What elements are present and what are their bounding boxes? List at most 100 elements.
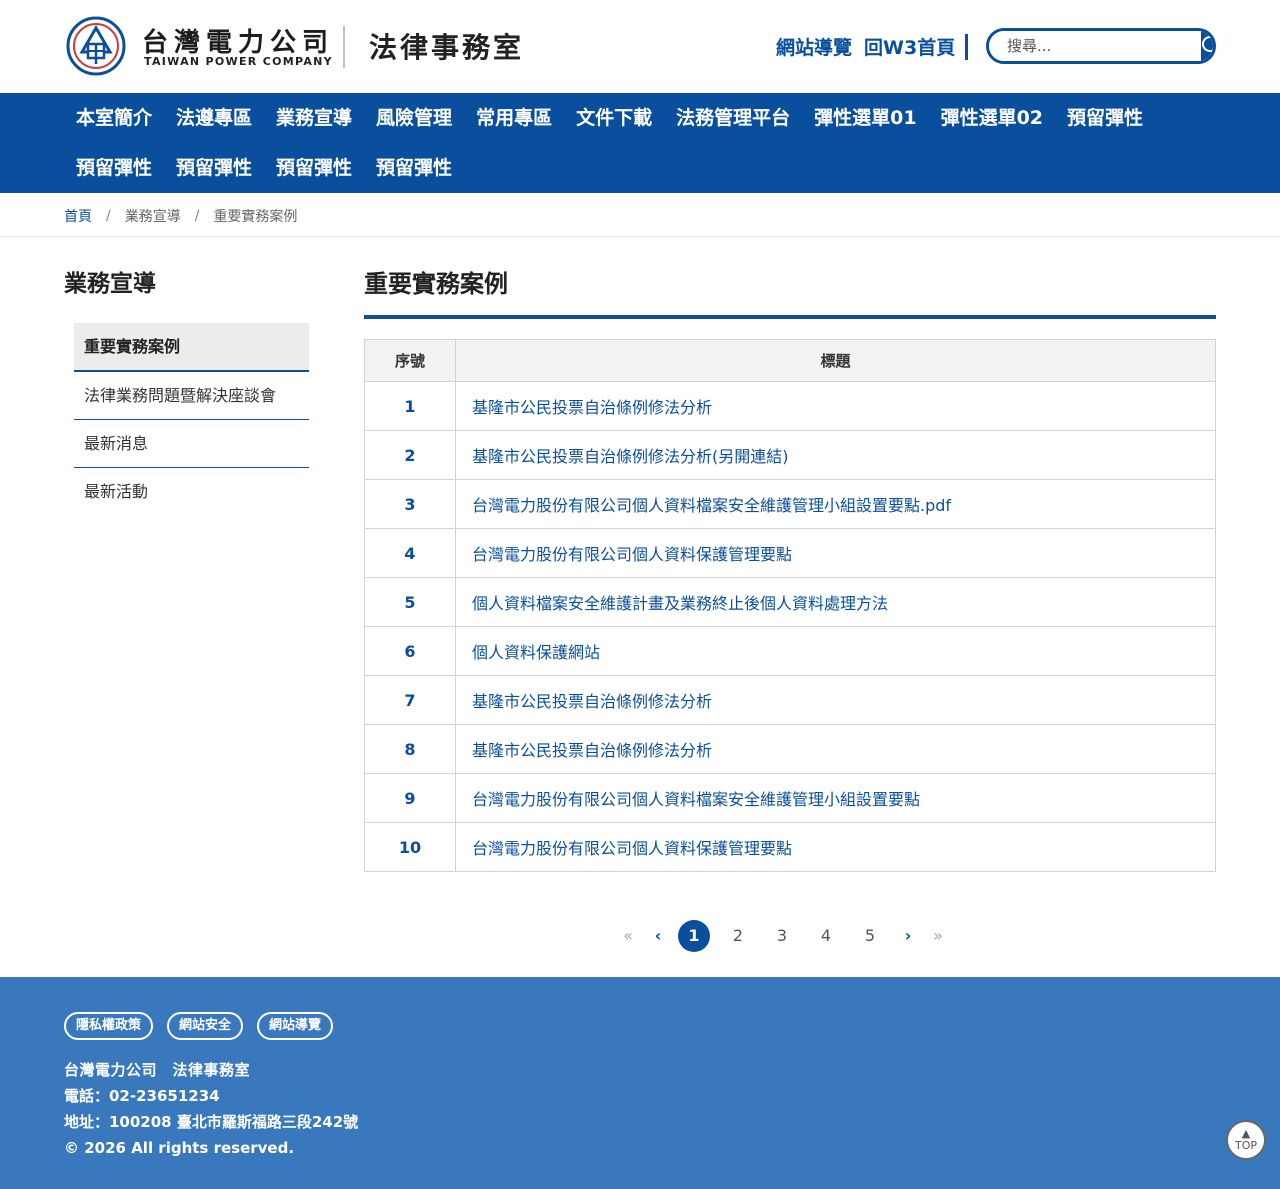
- column-header-number: 序號: [364, 339, 456, 382]
- nav-item-about[interactable]: 本室簡介: [64, 93, 164, 143]
- sidebar-item-legal-forum[interactable]: 法律業務問題暨解決座談會: [74, 372, 309, 420]
- header-divider: [343, 26, 345, 68]
- row-title-link[interactable]: 個人資料檔案安全維護計畫及業務終止後個人資料處理方法: [472, 594, 888, 613]
- sitemap-link[interactable]: 網站導覽: [776, 33, 852, 60]
- row-title-link[interactable]: 台灣電力股份有限公司個人資料檔案安全維護管理小組設置要點: [472, 790, 920, 809]
- footer-copyright: © 2026 All rights reserved.: [64, 1139, 295, 1157]
- row-title-link[interactable]: 台灣電力股份有限公司個人資料保護管理要點: [472, 839, 792, 858]
- next-page-icon[interactable]: ›: [898, 920, 918, 952]
- sidebar-title: 業務宣導: [64, 271, 156, 297]
- table-row: 10 台灣電力股份有限公司個人資料保護管理要點: [364, 822, 1216, 872]
- nav-item-reserved[interactable]: 預留彈性: [64, 143, 164, 193]
- nav-item-reserved[interactable]: 預留彈性: [364, 143, 464, 193]
- sidebar-menu: 重要實務案例 法律業務問題暨解決座談會 最新消息 最新活動: [74, 323, 309, 515]
- page-link-2[interactable]: 2: [722, 920, 754, 952]
- utility-divider: [965, 33, 969, 60]
- nav-item-risk[interactable]: 風險管理: [364, 93, 464, 143]
- taipower-logo-icon[interactable]: [66, 16, 126, 76]
- row-title-link[interactable]: 個人資料保護網站: [472, 643, 600, 662]
- footer-sitemap-link[interactable]: 網站導覽: [257, 1012, 334, 1040]
- title-underline: [364, 315, 1216, 319]
- row-number: 1: [364, 381, 456, 431]
- page-link-3[interactable]: 3: [766, 920, 798, 952]
- back-to-top-label: TOP: [1234, 1139, 1257, 1152]
- footer-phone: 電話：02-23651234: [64, 1087, 220, 1105]
- row-number: 4: [364, 528, 456, 578]
- nav-item-legal-platform[interactable]: 法務管理平台: [664, 93, 802, 143]
- main-nav: 本室簡介 法遵專區 業務宣導 風險管理 常用專區 文件下載 法務管理平台 彈性選…: [0, 93, 1280, 193]
- table-row: 4 台灣電力股份有限公司個人資料保護管理要點: [364, 528, 1216, 578]
- table-row: 2 基隆市公民投票自治條例修法分析(另開連結): [364, 430, 1216, 480]
- search-box: [986, 28, 1216, 64]
- table-row: 8 基隆市公民投票自治條例修法分析: [364, 724, 1216, 774]
- breadcrumb-section[interactable]: 業務宣導: [125, 206, 181, 226]
- nav-item-downloads[interactable]: 文件下載: [564, 93, 664, 143]
- search-input[interactable]: [989, 31, 1201, 61]
- table-row: 7 基隆市公民投票自治條例修法分析: [364, 675, 1216, 725]
- breadcrumb-current: 重要實務案例: [213, 209, 298, 225]
- breadcrumb-separator: /: [194, 208, 200, 224]
- page-link-1[interactable]: 1: [678, 920, 710, 952]
- company-name-cn: 台灣電力公司: [142, 28, 335, 58]
- table-header-row: 序號 標題: [364, 339, 1216, 382]
- pagination: « ‹ 1 2 3 4 5 › »: [618, 920, 958, 952]
- table-row: 1 基隆市公民投票自治條例修法分析: [364, 381, 1216, 431]
- nav-item-common[interactable]: 常用專區: [464, 93, 564, 143]
- table-row: 6 個人資料保護網站: [364, 626, 1216, 676]
- nav-item-reserved[interactable]: 預留彈性: [164, 143, 264, 193]
- prev-page-icon[interactable]: ‹: [648, 920, 668, 952]
- breadcrumb-separator: /: [106, 208, 111, 224]
- page-link-5[interactable]: 5: [854, 920, 886, 952]
- row-title-link[interactable]: 基隆市公民投票自治條例修法分析: [472, 398, 712, 417]
- w3-home-link[interactable]: 回W3首頁: [864, 33, 955, 60]
- nav-item-compliance[interactable]: 法遵專區: [164, 93, 264, 143]
- row-title-link[interactable]: 基隆市公民投票自治條例修法分析(另開連結): [472, 447, 789, 466]
- privacy-policy-link[interactable]: 隱私權政策: [64, 1012, 154, 1040]
- sidebar-item-latest-news[interactable]: 最新消息: [74, 420, 309, 468]
- row-number: 7: [364, 675, 456, 725]
- department-title: 法律事務室: [369, 31, 525, 64]
- page-link-4[interactable]: 4: [810, 920, 842, 952]
- row-number: 10: [364, 822, 456, 872]
- row-number: 2: [364, 430, 456, 480]
- site-security-link[interactable]: 網站安全: [167, 1012, 244, 1040]
- breadcrumb-home[interactable]: 首頁: [64, 206, 92, 226]
- search-icon: [1202, 36, 1213, 52]
- row-title-link[interactable]: 基隆市公民投票自治條例修法分析: [472, 692, 712, 711]
- company-name-en: TAIWAN POWER COMPANY: [144, 55, 333, 68]
- site-header: 台灣電力公司 TAIWAN POWER COMPANY 法律事務室 網站導覽 回…: [0, 0, 1280, 93]
- sidebar-item-key-cases[interactable]: 重要實務案例: [74, 323, 309, 372]
- row-number: 3: [364, 479, 456, 529]
- sidebar-item-latest-events[interactable]: 最新活動: [74, 468, 309, 515]
- row-title-link[interactable]: 基隆市公民投票自治條例修法分析: [472, 741, 712, 760]
- nav-item-reserved[interactable]: 預留彈性: [264, 143, 364, 193]
- row-title-link[interactable]: 台灣電力股份有限公司個人資料保護管理要點: [472, 545, 792, 564]
- nav-item-flex-01[interactable]: 彈性選單01: [802, 93, 928, 143]
- row-number: 8: [364, 724, 456, 774]
- first-page-icon[interactable]: «: [618, 920, 638, 952]
- utility-links: 網站導覽 回W3首頁: [776, 33, 969, 60]
- table-row: 3 台灣電力股份有限公司個人資料檔案安全維護管理小組設置要點.pdf: [364, 479, 1216, 529]
- back-to-top-button[interactable]: ▲ TOP: [1226, 1120, 1266, 1160]
- footer-address: 地址：100208 臺北市羅斯福路三段242號: [64, 1113, 359, 1131]
- nav-item-reserved[interactable]: 預留彈性: [1055, 93, 1155, 143]
- footer-links: 隱私權政策 網站安全 網站導覽: [64, 1012, 347, 1040]
- table-row: 9 台灣電力股份有限公司個人資料檔案安全維護管理小組設置要點: [364, 773, 1216, 823]
- search-button[interactable]: [1201, 31, 1213, 61]
- table-row: 5 個人資料檔案安全維護計畫及業務終止後個人資料處理方法: [364, 577, 1216, 627]
- nav-row-1: 本室簡介 法遵專區 業務宣導 風險管理 常用專區 文件下載 法務管理平台 彈性選…: [64, 93, 1155, 143]
- row-number: 9: [364, 773, 456, 823]
- nav-item-flex-02[interactable]: 彈性選單02: [929, 93, 1055, 143]
- breadcrumb-divider: [0, 236, 1280, 237]
- footer-info: 台灣電力公司 法律事務室 電話：02-23651234 地址：100208 臺北…: [64, 1057, 358, 1161]
- row-title-link[interactable]: 台灣電力股份有限公司個人資料檔案安全維護管理小組設置要點.pdf: [472, 496, 951, 515]
- page-title: 重要實務案例: [364, 270, 508, 298]
- nav-row-2: 預留彈性 預留彈性 預留彈性 預留彈性: [64, 143, 464, 193]
- last-page-icon[interactable]: »: [928, 920, 948, 952]
- nav-item-promotion[interactable]: 業務宣導: [264, 93, 364, 143]
- site-footer: 隱私權政策 網站安全 網站導覽 台灣電力公司 法律事務室 電話：02-23651…: [0, 977, 1280, 1189]
- footer-org: 台灣電力公司 法律事務室: [64, 1061, 251, 1079]
- cases-table: 序號 標題 1 基隆市公民投票自治條例修法分析 2 基隆市公民投票自治條例修法分析(…: [364, 339, 1216, 872]
- row-number: 6: [364, 626, 456, 676]
- row-number: 5: [364, 577, 456, 627]
